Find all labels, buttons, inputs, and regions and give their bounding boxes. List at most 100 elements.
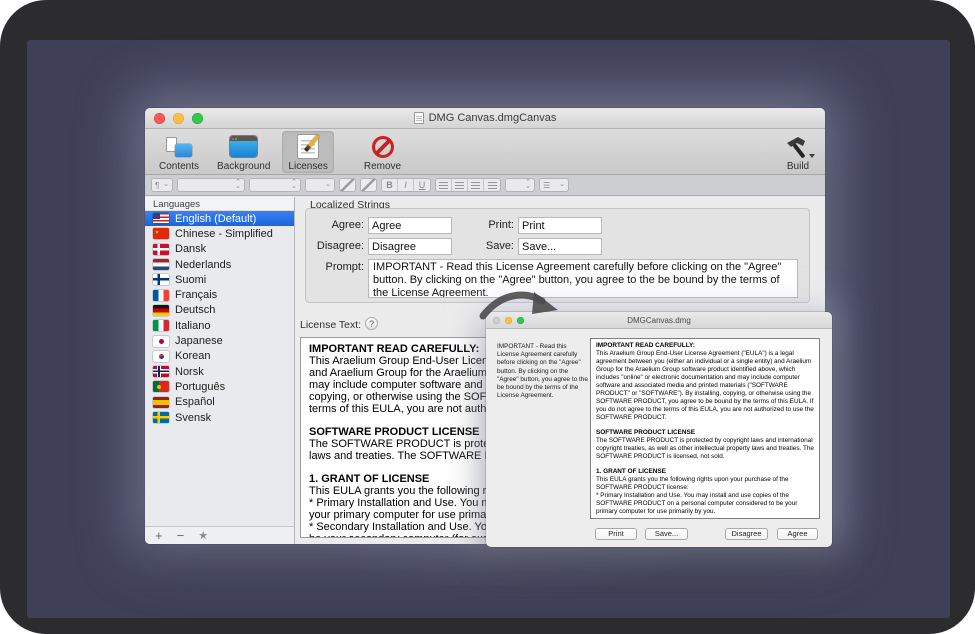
language-label: Suomi [175, 274, 206, 286]
flag-icon-de [153, 305, 169, 316]
flag-icon-pt [153, 381, 169, 392]
add-language-button[interactable]: + [155, 528, 163, 543]
disagree-field[interactable] [368, 238, 452, 255]
flag-icon-cn [153, 228, 169, 239]
sidebar-item-svensk[interactable]: Svensk [145, 410, 294, 425]
prompt-field[interactable]: IMPORTANT - Read this License Agreement … [368, 259, 798, 298]
preview-license-body: This Araelium Group End-User License Agr… [596, 350, 814, 422]
document-proxy-icon[interactable] [414, 112, 424, 124]
flag-icon-jp [153, 336, 169, 347]
save-label: Save: [462, 240, 514, 252]
toolbar-item-contents[interactable]: Contents [153, 131, 205, 173]
background-color-well[interactable] [360, 178, 377, 192]
remove-icon [372, 136, 394, 158]
italic-button[interactable]: I [398, 179, 414, 191]
flag-icon-no [153, 366, 169, 377]
align-center-button[interactable] [452, 179, 468, 191]
language-label: Français [175, 289, 217, 301]
agree-label: Agree: [312, 219, 364, 231]
sidebar-item-deutsch[interactable]: Deutsch [145, 303, 294, 318]
preview-minimize-button[interactable] [505, 317, 512, 324]
typeface-select[interactable]: ⌃⌄ [249, 178, 301, 192]
sidebar-item-nederlands[interactable]: Nederlands [145, 257, 294, 272]
sidebar-item-espa-ol[interactable]: Español [145, 395, 294, 410]
print-field[interactable] [518, 217, 602, 234]
sidebar-item-italiano[interactable]: Italiano [145, 318, 294, 333]
bold-button[interactable]: B [382, 179, 398, 191]
preview-titlebar: DMGCanvas.dmg [486, 312, 832, 329]
toolbar-label: Remove [364, 161, 401, 172]
language-label: Deutsch [175, 304, 215, 316]
agree-field[interactable] [368, 217, 452, 234]
prompt-label: Prompt: [312, 261, 364, 273]
print-button[interactable]: Print [595, 528, 637, 540]
licenses-icon [297, 134, 319, 159]
language-label: Dansk [175, 243, 206, 255]
flag-icon-it [153, 320, 169, 331]
minimize-button[interactable] [173, 113, 184, 124]
desktop-background: DMG Canvas.dmgCanvas Contents Bac [27, 40, 950, 618]
disagree-label: Disagree: [312, 240, 364, 252]
flag-icon-us [153, 213, 169, 224]
text-format-bar: ¶⌄ ⌃⌄ ⌃⌄ ⌄ B I U ⌃⌄ ☰⌄ [145, 175, 825, 196]
preview-license-body: The SOFTWARE PRODUCT is protected by cop… [596, 437, 814, 461]
main-toolbar: Contents Background Licenses [145, 129, 825, 175]
align-right-button[interactable] [468, 179, 484, 191]
remove-language-button[interactable]: − [177, 528, 185, 543]
preview-prompt-text: IMPORTANT - Read this License Agreement … [497, 343, 589, 400]
preview-license-heading: 1. GRANT OF LICENSE [596, 468, 814, 476]
hammer-icon [783, 134, 813, 160]
background-icon [230, 136, 257, 157]
toolbar-item-background[interactable]: Background [211, 131, 276, 173]
languages-sidebar: Languages English (Default)Chinese - Sim… [145, 197, 295, 544]
language-label: Español [175, 396, 215, 408]
default-language-button[interactable]: ★ [198, 529, 208, 542]
toolbar-item-licenses[interactable]: Licenses [282, 131, 333, 173]
sidebar-item-english-default[interactable]: English (Default) [145, 211, 294, 226]
font-family-select[interactable]: ⌃⌄ [177, 178, 245, 192]
sidebar-item-korean[interactable]: Korean [145, 349, 294, 364]
flag-icon-fr [153, 290, 169, 301]
preview-zoom-button[interactable] [517, 317, 524, 324]
toolbar-label: Background [217, 161, 270, 172]
close-button[interactable] [154, 113, 165, 124]
font-size-select[interactable]: ⌄ [305, 178, 335, 192]
zoom-button[interactable] [192, 113, 203, 124]
preview-license-heading: SOFTWARE PRODUCT LICENSE [596, 429, 814, 437]
text-color-well[interactable] [339, 178, 356, 192]
sidebar-item-fran-ais[interactable]: Français [145, 287, 294, 302]
toolbar-item-remove[interactable]: Remove [358, 131, 407, 173]
sidebar-item-portugu-s[interactable]: Português [145, 379, 294, 394]
line-spacing-select[interactable]: ⌃⌄ [505, 178, 535, 192]
language-label: Chinese - Simplified [175, 228, 273, 240]
paragraph-styles-button[interactable]: ¶⌄ [151, 178, 173, 192]
chevron-down-icon [809, 154, 815, 158]
preview-window-title: DMGCanvas.dmg [627, 316, 691, 325]
language-label: Norsk [175, 366, 204, 378]
language-label: Nederlands [175, 259, 231, 271]
sidebar-item-japanese[interactable]: Japanese [145, 333, 294, 348]
preview-close-button[interactable] [493, 317, 500, 324]
language-label: Português [175, 381, 225, 393]
save-field[interactable] [518, 238, 602, 255]
save-button[interactable]: Save... [645, 528, 688, 540]
list-style-select[interactable]: ☰⌄ [539, 178, 569, 192]
sidebar-item-dansk[interactable]: Dansk [145, 242, 294, 257]
sidebar-item-suomi[interactable]: Suomi [145, 272, 294, 287]
print-label: Print: [462, 219, 514, 231]
license-text-label: License Text: [300, 319, 361, 331]
align-left-button[interactable] [436, 179, 452, 191]
language-label: Svensk [175, 412, 211, 424]
justify-button[interactable] [484, 179, 500, 191]
sidebar-item-chinese-simplified[interactable]: Chinese - Simplified [145, 226, 294, 241]
preview-license-text[interactable]: IMPORTANT READ CAREFULLY:This Araelium G… [590, 338, 820, 519]
flag-icon-dk [153, 244, 169, 255]
sidebar-item-norsk[interactable]: Norsk [145, 364, 294, 379]
help-button[interactable]: ? [365, 317, 378, 330]
disagree-button[interactable]: Disagree [725, 528, 768, 540]
device-bezel: DMG Canvas.dmgCanvas Contents Bac [0, 0, 975, 634]
agree-button[interactable]: Agree [777, 528, 818, 540]
underline-button[interactable]: U [414, 179, 430, 191]
toolbar-label: Contents [159, 161, 199, 172]
toolbar-item-build[interactable]: Build [777, 131, 819, 173]
